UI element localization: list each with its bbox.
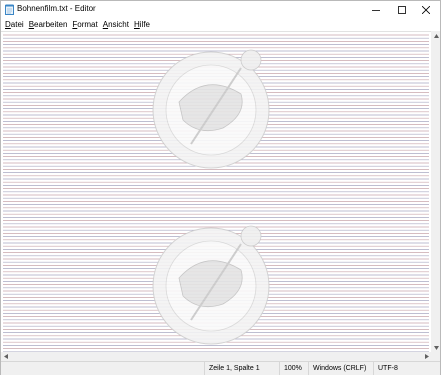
menu-ansicht[interactable]: Ansicht: [101, 20, 131, 29]
maximize-icon: [398, 5, 406, 14]
status-bar: Zeile 1, Spalte 1 100% Windows (CRLF) UT…: [1, 361, 440, 375]
window-title: Bohnenfilm.txt - Editor: [17, 4, 96, 13]
ascii-art-content: [3, 34, 429, 352]
notepad-icon: [5, 4, 14, 15]
menu-format[interactable]: Format: [70, 20, 99, 29]
ascii-art-seal-top: [152, 49, 270, 169]
minimize-icon: [372, 6, 380, 14]
editor-window: Bohnenfilm.txt - Editor Datei Bearbeiten…: [0, 0, 441, 375]
close-icon: [422, 5, 430, 14]
vertical-scrollbar[interactable]: [431, 31, 440, 352]
scroll-down-arrow-icon[interactable]: [432, 343, 441, 352]
cursor-position: Zeile 1, Spalte 1: [204, 362, 277, 375]
title-bar[interactable]: Bohnenfilm.txt - Editor: [1, 1, 440, 18]
horizontal-scrollbar[interactable]: [1, 352, 431, 361]
scroll-left-arrow-icon[interactable]: [1, 352, 10, 361]
scroll-right-arrow-icon[interactable]: [422, 352, 431, 361]
line-ending: Windows (CRLF): [308, 362, 372, 375]
zoom-level: 100%: [279, 362, 307, 375]
scroll-up-arrow-icon[interactable]: [432, 31, 441, 40]
close-button[interactable]: [412, 1, 440, 18]
menu-bar: Datei Bearbeiten Format Ansicht Hilfe: [1, 18, 440, 30]
encoding: UTF-8: [373, 362, 440, 375]
text-area[interactable]: [1, 31, 431, 352]
menu-datei[interactable]: Datei: [3, 20, 26, 29]
ascii-art-seal-bottom: [152, 225, 270, 345]
minimize-button[interactable]: [362, 1, 390, 18]
menu-hilfe[interactable]: Hilfe: [132, 20, 152, 29]
scrollbar-corner: [431, 352, 440, 361]
menu-bearbeiten[interactable]: Bearbeiten: [27, 20, 70, 29]
